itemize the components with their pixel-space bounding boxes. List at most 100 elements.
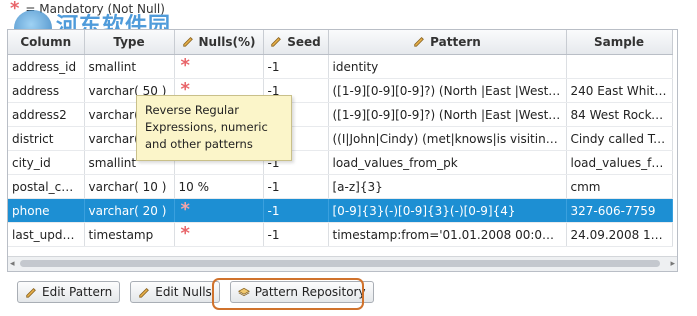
column-header-3[interactable]: Seed	[263, 30, 329, 55]
column-header-label: Nulls(%)	[198, 35, 256, 49]
cell-pattern[interactable]: ([1-9][0-9][0-9]?) (North |East |West |S…	[328, 102, 567, 127]
cell-seed[interactable]: -1	[263, 198, 329, 223]
cell-text: timestamp:from='01.01.2008 00:00:00 0...	[332, 227, 566, 242]
cell-text: ([1-9][0-9][0-9]?) (North |East |West |S…	[332, 107, 566, 122]
table-row[interactable]: last_update timestamp * -1 timestamp:from='0…	[8, 222, 673, 247]
cell-text: phone	[12, 203, 50, 218]
cell-text: -1	[267, 59, 280, 74]
cell-type[interactable]: varchar( 20 )	[84, 198, 175, 223]
cell-column[interactable]: district	[8, 126, 85, 151]
cell-seed[interactable]: -1	[263, 174, 329, 199]
column-header-4[interactable]: Pattern	[328, 30, 567, 55]
pencil-icon	[182, 35, 194, 50]
cell-text: postal_code	[12, 179, 84, 194]
mandatory-star-icon: *	[180, 55, 190, 76]
cell-text: [0-9]{3}(-)[0-9]{3}(-)[0-9]{4}	[332, 203, 516, 218]
cell-text: 10 %	[178, 179, 210, 194]
cell-nulls[interactable]: 10 %	[174, 174, 264, 199]
cell-text: [a-z]{3}	[332, 179, 383, 194]
cell-column[interactable]: address	[8, 78, 85, 103]
cell-sample[interactable]: 84 West Rocky ...	[566, 102, 673, 127]
table-row[interactable]: postal_code varchar( 10 ) 10 % -1 [a-z]{3} cm…	[8, 174, 673, 199]
table-row[interactable]: address varchar( 50 ) * -1 ([1-9][0-9][0-9]?…	[8, 78, 673, 103]
column-header-2[interactable]: Nulls(%)	[174, 30, 264, 55]
cell-pattern[interactable]: ((I|John|Cindy) (met|knows|is visiting|c…	[328, 126, 567, 151]
scroll-left-icon[interactable]: ◂	[10, 259, 15, 269]
cell-type[interactable]: smallint	[84, 54, 175, 79]
table-header-row: Column Type Nulls(%) Seed Pattern Sample	[8, 30, 673, 55]
edit-pattern-button[interactable]: Edit Pattern	[17, 281, 121, 303]
cell-text: -1	[267, 179, 280, 194]
cell-text: address_id	[12, 59, 77, 74]
cell-nulls[interactable]: *	[174, 198, 264, 223]
column-header-label: Column	[20, 35, 72, 49]
cell-pattern[interactable]: timestamp:from='01.01.2008 00:00:00 0...	[328, 222, 567, 247]
cell-text: timestamp	[88, 227, 154, 242]
cell-text: -1	[267, 227, 280, 242]
cell-sample[interactable]: 24.09.2008 11:2...	[566, 222, 673, 247]
scrollbar-thumb[interactable]	[20, 260, 660, 267]
cell-text: 240 East White ...	[570, 83, 672, 98]
table-row[interactable]: phone varchar( 20 ) * -1 [0-9]{3}(-)[0-9]{3}…	[8, 198, 673, 223]
mandatory-star-icon: *	[10, 0, 20, 19]
cell-text: identity	[332, 59, 379, 74]
cell-text: Cindy called To...	[570, 131, 672, 146]
cell-text: load_values_fro...	[570, 155, 672, 170]
mandatory-star-icon: *	[180, 199, 190, 220]
cell-column[interactable]: address_id	[8, 54, 85, 79]
pencil-icon	[413, 35, 425, 50]
column-header-label: Seed	[287, 35, 321, 49]
cell-pattern[interactable]: identity	[328, 54, 567, 79]
cell-text: varchar( 10 )	[88, 179, 167, 194]
pattern-tooltip: Reverse Regular Expressions, numeric and…	[136, 95, 292, 161]
cell-nulls[interactable]: *	[174, 222, 264, 247]
cell-sample[interactable]: 327-606-7759	[566, 198, 673, 223]
cell-type[interactable]: varchar( 10 )	[84, 174, 175, 199]
cell-pattern[interactable]: load_values_from_pk	[328, 150, 567, 175]
scroll-right-icon[interactable]: ▸	[670, 259, 675, 269]
column-header-0[interactable]: Column	[8, 30, 85, 55]
horizontal-scrollbar[interactable]: ◂ ▸	[8, 256, 677, 271]
cell-nulls[interactable]: *	[174, 54, 264, 79]
column-header-5[interactable]: Sample	[566, 30, 673, 55]
cell-column[interactable]: postal_code	[8, 174, 85, 199]
cell-column[interactable]: city_id	[8, 150, 85, 175]
cell-sample[interactable]: load_values_fro...	[566, 150, 673, 175]
cell-text: last_update	[12, 227, 82, 242]
edit-nulls-button[interactable]: Edit Nulls	[130, 281, 220, 303]
cell-text: 327-606-7759	[570, 203, 656, 218]
table-row[interactable]: address_id smallint * -1 identity	[8, 54, 673, 79]
mandatory-legend-label: = Mandatory (Not Null)	[25, 2, 165, 16]
table-row[interactable]: address2varchar(-1([1-9][0-9][0-9]?) (No…	[8, 102, 673, 127]
cell-text: 24.09.2008 11:2...	[570, 227, 672, 242]
cell-seed[interactable]: -1	[263, 54, 329, 79]
cell-column[interactable]: phone	[8, 198, 85, 223]
cell-sample[interactable]	[566, 54, 673, 79]
cell-sample[interactable]: 240 East White ...	[566, 78, 673, 103]
cell-text: address2	[12, 107, 67, 122]
cell-sample[interactable]: Cindy called To...	[566, 126, 673, 151]
column-header-label: Type	[113, 35, 145, 49]
cell-column[interactable]: last_update	[8, 222, 85, 247]
edit-nulls-label: Edit Nulls	[155, 285, 212, 299]
cell-pattern[interactable]: ([1-9][0-9][0-9]?) (North |East |West |S…	[328, 78, 567, 103]
cell-text: smallint	[88, 59, 137, 74]
pencil-icon	[26, 287, 36, 298]
column-header-label: Pattern	[430, 35, 481, 49]
cell-type[interactable]: timestamp	[84, 222, 175, 247]
cell-pattern[interactable]: [0-9]{3}(-)[0-9]{3}(-)[0-9]{4}	[328, 198, 567, 223]
cell-text: -1	[267, 203, 280, 218]
pencil-icon	[270, 35, 282, 50]
table-row[interactable]: city_id smallint -1 load_values_from_pk load…	[8, 150, 673, 175]
cell-text: smallint	[88, 155, 137, 170]
table-row[interactable]: districtvarchar(-1((I|John|Cindy) (met|k…	[8, 126, 673, 151]
cell-text: load_values_from_pk	[332, 155, 458, 170]
pencil-icon	[139, 287, 150, 298]
cell-seed[interactable]: -1	[263, 222, 329, 247]
cell-text: city_id	[12, 155, 51, 170]
cell-column[interactable]: address2	[8, 102, 85, 127]
mandatory-star-icon: *	[180, 223, 190, 244]
cell-pattern[interactable]: [a-z]{3}	[328, 174, 567, 199]
column-header-1[interactable]: Type	[84, 30, 175, 55]
cell-sample[interactable]: cmm	[566, 174, 673, 199]
